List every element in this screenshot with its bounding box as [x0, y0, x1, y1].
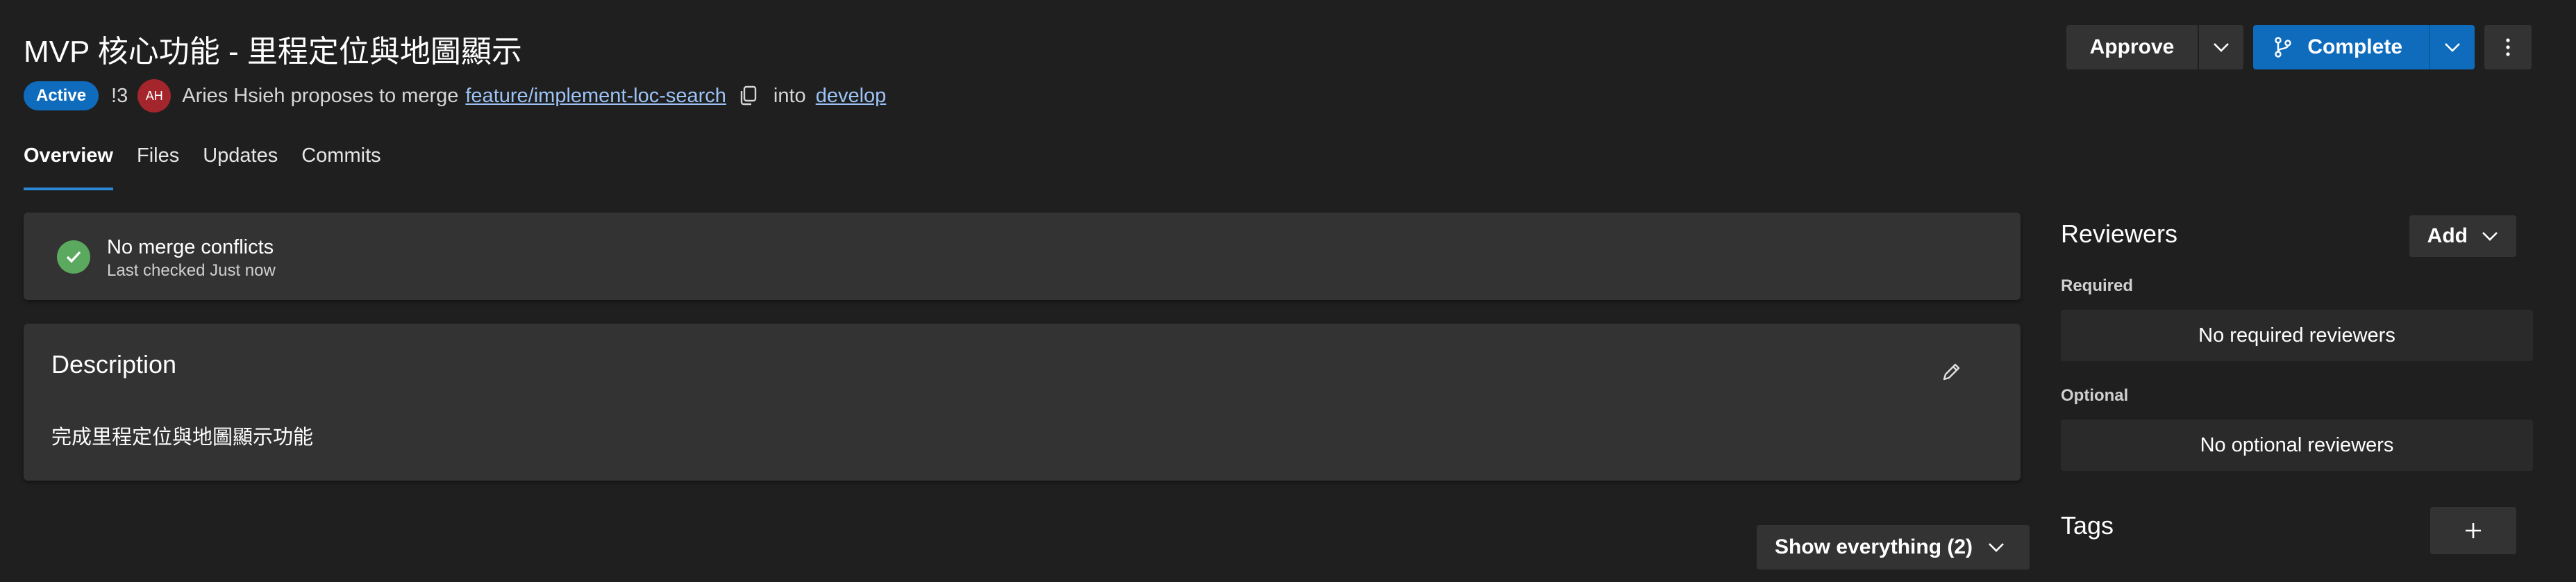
- optional-reviewers-empty: No optional reviewers: [2061, 419, 2533, 471]
- chevron-down-icon: [2214, 43, 2230, 52]
- reviewers-title: Reviewers: [2061, 219, 2178, 248]
- chevron-down-icon: [2482, 232, 2498, 241]
- approve-options-button[interactable]: [2198, 25, 2243, 69]
- into-text: into: [773, 84, 806, 107]
- complete-options-button[interactable]: [2429, 25, 2475, 69]
- tab-updates[interactable]: Updates: [203, 139, 278, 190]
- source-branch-link[interactable]: feature/implement-loc-search: [465, 85, 726, 108]
- merge-status-card: No merge conflicts Last checked Just now: [24, 213, 2021, 300]
- tab-bar: Overview Files Updates Commits: [24, 139, 405, 190]
- target-branch-link[interactable]: develop: [816, 85, 887, 108]
- description-body: 完成里程定位與地圖顯示功能: [51, 426, 314, 449]
- plus-icon: [2466, 523, 2481, 538]
- add-reviewer-label: Add: [2427, 224, 2468, 247]
- complete-button[interactable]: Complete: [2253, 25, 2429, 69]
- header-actions: Approve Complete: [2066, 25, 2532, 69]
- copy-icon[interactable]: [739, 85, 758, 106]
- show-everything-label: Show everything (2): [1775, 535, 1973, 558]
- more-vertical-icon: [2506, 38, 2510, 56]
- check-circle-icon: [57, 240, 90, 274]
- pr-meta-row: Active !3 AH Aries Hsieh proposes to mer…: [24, 79, 886, 113]
- tab-overview[interactable]: Overview: [24, 139, 113, 190]
- approve-button-group: Approve: [2066, 25, 2244, 69]
- complete-button-group: Complete: [2253, 25, 2475, 69]
- more-actions-button[interactable]: [2484, 25, 2532, 69]
- approve-button[interactable]: Approve: [2066, 25, 2198, 69]
- merge-status-title: No merge conflicts: [107, 236, 274, 258]
- tags-title: Tags: [2061, 511, 2114, 540]
- tab-commits[interactable]: Commits: [301, 139, 380, 190]
- pencil-icon[interactable]: [1937, 358, 1965, 386]
- description-title: Description: [51, 350, 177, 379]
- show-everything-dropdown[interactable]: Show everything (2): [1757, 525, 2030, 569]
- optional-reviewers-label: Optional: [2061, 386, 2129, 405]
- pr-id: !3: [111, 84, 128, 107]
- tab-files[interactable]: Files: [137, 139, 179, 190]
- add-tag-button[interactable]: [2430, 507, 2516, 554]
- chevron-down-icon: [1989, 543, 2004, 552]
- description-card: Description 完成里程定位與地圖顯示功能: [24, 324, 2021, 481]
- branch-icon: [2275, 37, 2292, 58]
- chevron-down-icon: [2445, 43, 2460, 52]
- status-badge: Active: [24, 81, 99, 110]
- author-proposal-text: Aries Hsieh proposes to merge: [182, 84, 459, 107]
- required-reviewers-label: Required: [2061, 276, 2134, 295]
- add-reviewer-button[interactable]: Add: [2409, 215, 2516, 257]
- required-reviewers-empty: No required reviewers: [2061, 310, 2533, 361]
- complete-button-label: Complete: [2307, 35, 2402, 58]
- avatar[interactable]: AH: [137, 79, 172, 113]
- merge-status-subtitle: Last checked Just now: [107, 261, 276, 280]
- page-title: MVP 核心功能 - 里程定位與地圖顯示: [24, 35, 522, 69]
